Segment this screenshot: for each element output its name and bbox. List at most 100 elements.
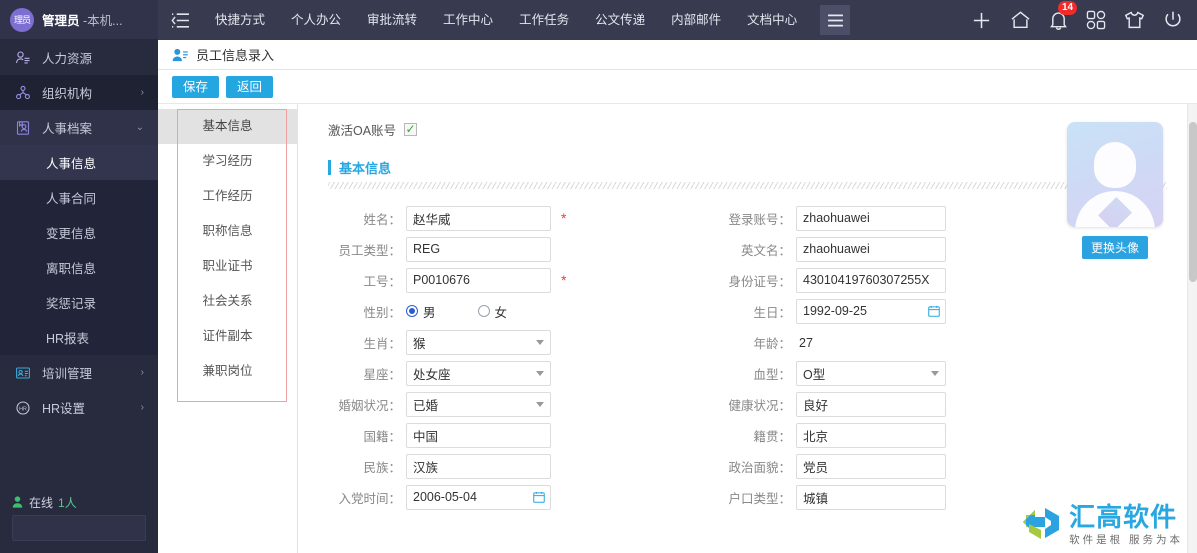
home-icon[interactable] xyxy=(1010,10,1031,30)
calendar-icon[interactable] xyxy=(928,305,940,317)
native-place-input[interactable] xyxy=(796,422,946,448)
person-list-icon xyxy=(14,49,32,67)
shirt-theme-icon[interactable] xyxy=(1124,11,1145,29)
nationality-input[interactable] xyxy=(406,422,551,448)
plus-icon[interactable] xyxy=(971,10,992,31)
apps-grid-icon[interactable] xyxy=(1086,10,1106,30)
marital-status-select[interactable]: 已婚 xyxy=(406,391,551,417)
gender-label-male: 男 xyxy=(423,305,436,320)
avatar-head-shape xyxy=(1094,142,1136,188)
sidebar-item-label: 人事信息 xyxy=(46,157,97,171)
save-button[interactable]: 保存 xyxy=(172,75,220,98)
ethnicity-input[interactable] xyxy=(406,453,551,479)
birthday-input[interactable] xyxy=(796,298,946,324)
constellation-select[interactable]: 处女座 xyxy=(406,360,551,386)
online-status: 在线 1人 xyxy=(12,489,146,515)
sidebar-user[interactable]: 理员 管理员 -本机... xyxy=(0,0,158,40)
blood-type-select[interactable]: O型 xyxy=(796,360,946,386)
breadcrumb: 员工信息录入 xyxy=(158,40,1197,70)
sidebar-item-personnel-contract[interactable]: 人事合同 xyxy=(0,180,158,215)
training-card-icon xyxy=(14,364,32,382)
field-gender: 性别： 男 女 xyxy=(298,296,638,326)
tab-title-info[interactable]: 职称信息 xyxy=(158,214,297,249)
chevron-down-icon: ⌄ xyxy=(135,122,144,133)
id-number-input[interactable] xyxy=(796,267,946,293)
power-icon[interactable] xyxy=(1163,10,1183,30)
sidebar-item-change-info[interactable]: 变更信息 xyxy=(0,215,158,250)
hamburger-icon[interactable] xyxy=(820,5,851,35)
tab-basic-info[interactable]: 基本信息 xyxy=(158,109,297,144)
field-label: 星座： xyxy=(363,367,401,382)
sidebar-item-hr-settings[interactable]: HR HR设置 › xyxy=(0,390,158,425)
english-name-input[interactable] xyxy=(796,236,946,262)
sidebar-item-personnel-info[interactable]: 人事信息 xyxy=(0,145,158,180)
app-root: 理员 管理员 -本机... 人力资源 组织机构 › 人事档案 ⌄ 人事信息 人事… xyxy=(0,0,1197,553)
sidebar: 理员 管理员 -本机... 人力资源 组织机构 › 人事档案 ⌄ 人事信息 人事… xyxy=(0,0,187,553)
political-status-input[interactable] xyxy=(796,453,946,479)
search-input[interactable] xyxy=(19,521,174,535)
sidebar-item-label: 人力资源 xyxy=(42,52,93,66)
sidebar-item-label: 变更信息 xyxy=(46,227,97,241)
activate-oa-checkbox[interactable]: ✓ xyxy=(404,122,418,136)
tab-work-experience[interactable]: 工作经历 xyxy=(158,179,297,214)
tab-social-relations[interactable]: 社会关系 xyxy=(158,284,297,319)
field-label: 民族： xyxy=(363,460,401,475)
field-ethnicity: 民族： xyxy=(298,451,638,481)
topnav-item-2[interactable]: 审批流转 xyxy=(354,0,430,40)
sidebar-item-reward-record[interactable]: 奖惩记录 xyxy=(0,285,158,320)
field-constellation: 星座： 处女座 xyxy=(298,358,638,388)
back-button[interactable]: 返回 xyxy=(226,75,274,98)
login-account-input[interactable] xyxy=(796,205,946,231)
field-employee-no: 工号： * xyxy=(298,265,638,295)
field-blood-type: 血型： O型 xyxy=(688,358,1028,388)
field-label: 登录账号： xyxy=(728,212,791,227)
sidebar-item-label: 人事档案 xyxy=(42,122,93,136)
change-avatar-button[interactable]: 更换头像 xyxy=(1081,236,1148,259)
sidebar-item-training[interactable]: 培训管理 › xyxy=(0,355,158,390)
tab-certificates[interactable]: 职业证书 xyxy=(158,249,297,284)
sidebar-item-hr[interactable]: 人力资源 xyxy=(0,40,158,75)
name-input[interactable] xyxy=(406,205,551,231)
topnav-item-7[interactable]: 文档中心 xyxy=(734,0,810,40)
tab-part-time-post[interactable]: 兼职岗位 xyxy=(158,354,297,389)
topnav-item-1[interactable]: 个人办公 xyxy=(278,0,354,40)
field-label: 国籍： xyxy=(363,429,401,444)
field-name: 姓名： * xyxy=(298,203,638,233)
tab-id-copies[interactable]: 证件副本 xyxy=(158,319,297,354)
field-health-status: 健康状况： xyxy=(688,389,1028,419)
field-label: 政治面貌： xyxy=(728,460,791,475)
topnav-item-4[interactable]: 工作任务 xyxy=(506,0,582,40)
sidebar-item-personnel-archive[interactable]: 人事档案 ⌄ xyxy=(0,110,158,145)
household-type-input[interactable] xyxy=(796,484,946,510)
hr-gear-icon: HR xyxy=(14,399,32,417)
collapse-menu-icon[interactable] xyxy=(158,0,202,40)
tab-column: 基本信息 学习经历 工作经历 职称信息 职业证书 社会关系 证件副本 兼职岗位 xyxy=(158,104,298,553)
online-count: 1人 xyxy=(58,495,77,510)
topnav-item-3[interactable]: 工作中心 xyxy=(430,0,506,40)
calendar-icon[interactable] xyxy=(533,491,545,503)
gender-option-female[interactable]: 女 xyxy=(477,302,507,321)
page-scrollbar[interactable] xyxy=(1187,104,1197,553)
tab-education[interactable]: 学习经历 xyxy=(158,144,297,179)
employee-no-input[interactable] xyxy=(406,267,551,293)
topnav-item-0[interactable]: 快捷方式 xyxy=(202,0,278,40)
bell-icon[interactable]: 14 xyxy=(1049,0,1078,31)
employee-type-input[interactable] xyxy=(406,236,551,262)
topnav-item-6[interactable]: 内部邮件 xyxy=(658,0,734,40)
field-nationality: 国籍： xyxy=(298,420,638,450)
party-join-date-input[interactable] xyxy=(406,484,551,510)
sidebar-search[interactable] xyxy=(12,515,187,541)
zodiac-animal-select[interactable]: 猴 xyxy=(406,329,551,355)
field-id-number: 身份证号： xyxy=(688,265,1028,295)
gender-option-male[interactable]: 男 xyxy=(406,302,436,321)
sidebar-item-org[interactable]: 组织机构 › xyxy=(0,75,158,110)
field-native-place: 籍贯： xyxy=(688,420,1028,450)
radio-icon xyxy=(477,305,490,317)
health-status-input[interactable] xyxy=(796,391,946,417)
scrollbar-thumb[interactable] xyxy=(1189,122,1197,282)
field-login-account: 登录账号： xyxy=(688,203,1028,233)
topnav-item-5[interactable]: 公文传递 xyxy=(582,0,658,40)
sidebar-item-resign-info[interactable]: 离职信息 xyxy=(0,250,158,285)
watermark-sub-text: 软件是根 服务为本 xyxy=(1069,534,1183,546)
sidebar-item-hr-report[interactable]: HR报表 xyxy=(0,320,158,355)
